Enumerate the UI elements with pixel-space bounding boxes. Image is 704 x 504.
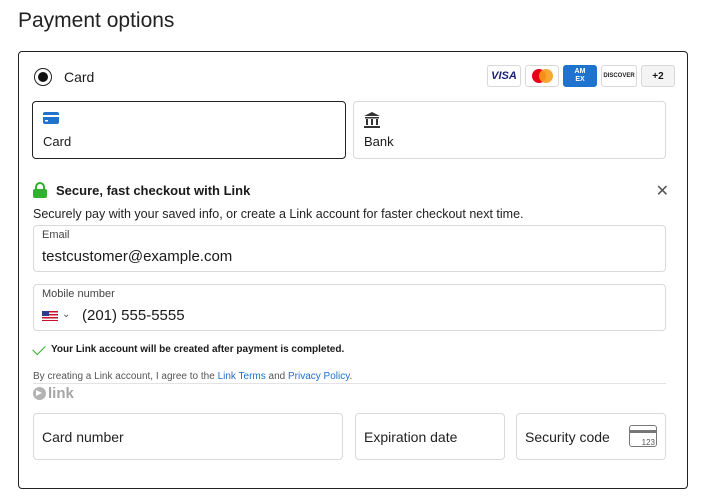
lock-icon bbox=[33, 182, 47, 198]
link-confirmation-text: Your Link account will be created after … bbox=[51, 344, 345, 355]
card-radio[interactable] bbox=[34, 68, 52, 86]
link-logo-icon bbox=[33, 387, 46, 400]
amex-icon: AM EX bbox=[563, 65, 597, 87]
expiration-date-placeholder: Expiration date bbox=[364, 429, 458, 445]
email-field[interactable]: Email testcustomer@example.com bbox=[33, 225, 666, 272]
card-icon bbox=[43, 112, 59, 124]
tab-card[interactable]: Card bbox=[32, 101, 346, 159]
link-subtitle: Securely pay with your saved info, or cr… bbox=[33, 207, 524, 221]
cvc-card-icon: 123 bbox=[629, 425, 657, 447]
privacy-policy-link[interactable]: Privacy Policy bbox=[288, 371, 350, 382]
mobile-number-label: Mobile number bbox=[42, 288, 115, 300]
email-label: Email bbox=[42, 229, 70, 241]
link-heading-text: Secure, fast checkout with Link bbox=[56, 182, 251, 198]
link-terms: By creating a Link account, I agree to t… bbox=[33, 371, 352, 382]
card-number-placeholder: Card number bbox=[42, 429, 124, 445]
link-terms-link[interactable]: Link Terms bbox=[218, 371, 266, 382]
security-code-input[interactable]: Security code 123 bbox=[516, 413, 666, 460]
amex-line1: AM bbox=[574, 68, 586, 75]
cvc-hint: 123 bbox=[641, 438, 655, 447]
mobile-number-field[interactable]: Mobile number ⌄ (201) 555-5555 bbox=[33, 284, 666, 331]
email-input[interactable]: testcustomer@example.com bbox=[42, 248, 232, 265]
link-logo-text: link bbox=[48, 385, 74, 402]
payment-panel: Card VISA AM EX DISCOVER +2 Card Bank Se… bbox=[18, 51, 688, 489]
bank-icon bbox=[364, 112, 380, 128]
tab-card-label: Card bbox=[43, 134, 72, 149]
discover-icon: DISCOVER bbox=[601, 65, 637, 87]
terms-suffix: . bbox=[349, 371, 353, 382]
visa-icon: VISA bbox=[487, 65, 521, 87]
more-brands-badge: +2 bbox=[641, 65, 675, 87]
us-flag-icon[interactable] bbox=[42, 311, 58, 321]
check-icon bbox=[32, 341, 46, 355]
tab-bank[interactable]: Bank bbox=[353, 101, 666, 159]
card-number-input[interactable]: Card number bbox=[33, 413, 343, 460]
mastercard-icon bbox=[525, 65, 559, 87]
mobile-number-input[interactable]: (201) 555-5555 bbox=[82, 307, 185, 324]
close-icon[interactable]: ✕ bbox=[656, 181, 669, 201]
expiration-date-input[interactable]: Expiration date bbox=[355, 413, 505, 460]
chevron-down-icon[interactable]: ⌄ bbox=[62, 309, 70, 320]
security-code-placeholder: Security code bbox=[525, 429, 610, 445]
tab-bank-label: Bank bbox=[364, 134, 394, 149]
link-heading: Secure, fast checkout with Link bbox=[33, 182, 250, 198]
payment-method-card-option[interactable]: Card bbox=[34, 66, 94, 88]
terms-and: and bbox=[265, 371, 288, 382]
page-title: Payment options bbox=[18, 9, 175, 32]
divider bbox=[33, 383, 666, 384]
link-confirmation: Your Link account will be created after … bbox=[32, 341, 345, 355]
radio-selected-dot bbox=[38, 72, 48, 82]
amex-line2: EX bbox=[575, 76, 585, 83]
payment-method-label: Card bbox=[64, 69, 95, 85]
card-brand-list: VISA AM EX DISCOVER +2 bbox=[487, 65, 675, 87]
terms-prefix: By creating a Link account, I agree to t… bbox=[33, 371, 218, 382]
link-logo: link bbox=[33, 385, 74, 402]
